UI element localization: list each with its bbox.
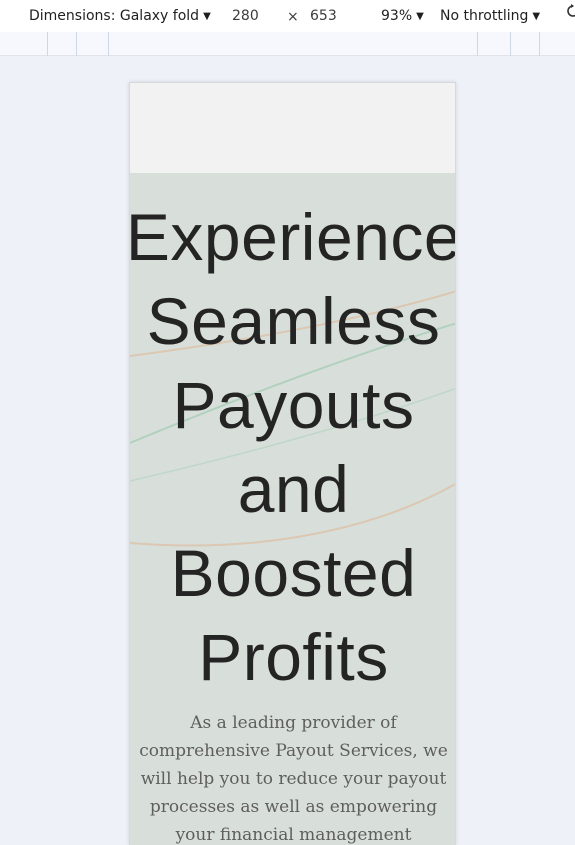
hero-title: Experience Seamless Payouts and Boosted … [129, 195, 456, 699]
zoom-label: 93% [381, 8, 413, 24]
hero-section: Experience Seamless Payouts and Boosted … [130, 173, 455, 845]
throttling-dropdown[interactable]: No throttling ▼ [440, 7, 540, 27]
media-query-segment[interactable] [108, 32, 109, 56]
zoom-dropdown[interactable]: 93% ▼ [381, 7, 424, 27]
hero-description: As a leading provider of comprehensive P… [139, 713, 448, 845]
rotate-icon[interactable] [566, 4, 575, 18]
media-query-segment[interactable] [539, 32, 540, 56]
chevron-down-icon: ▼ [532, 11, 541, 22]
hero-title-line: Profits [198, 620, 389, 694]
site-header [130, 83, 455, 173]
chevron-down-icon: ▼ [416, 11, 424, 22]
media-query-segment[interactable] [477, 32, 478, 56]
device-viewport: Experience Seamless Payouts and Boosted … [129, 82, 456, 845]
hero-title-line: Seamless [146, 284, 441, 358]
dimensions-label: Dimensions: Galaxy fold [29, 8, 200, 24]
media-query-segment[interactable] [76, 32, 77, 56]
times-icon: × [287, 9, 299, 25]
media-query-segment[interactable] [510, 32, 511, 56]
dimensions-dropdown[interactable]: Dimensions: Galaxy fold ▼ [29, 7, 211, 27]
chevron-down-icon: ▼ [203, 11, 211, 22]
media-query-bar [0, 32, 575, 56]
hero-title-line: Payouts [172, 368, 415, 442]
devtools-toolbar: Dimensions: Galaxy fold ▼ 280 × 653 93% ▼ … [0, 0, 575, 32]
throttling-label: No throttling [440, 8, 529, 24]
media-query-segment[interactable] [47, 32, 48, 56]
hero-title-line: Boosted [170, 536, 417, 610]
width-input[interactable]: 280 [232, 7, 259, 25]
hero-title-line: Experience [129, 200, 456, 274]
hero-title-line: and [237, 452, 350, 526]
height-input[interactable]: 653 [310, 7, 337, 25]
